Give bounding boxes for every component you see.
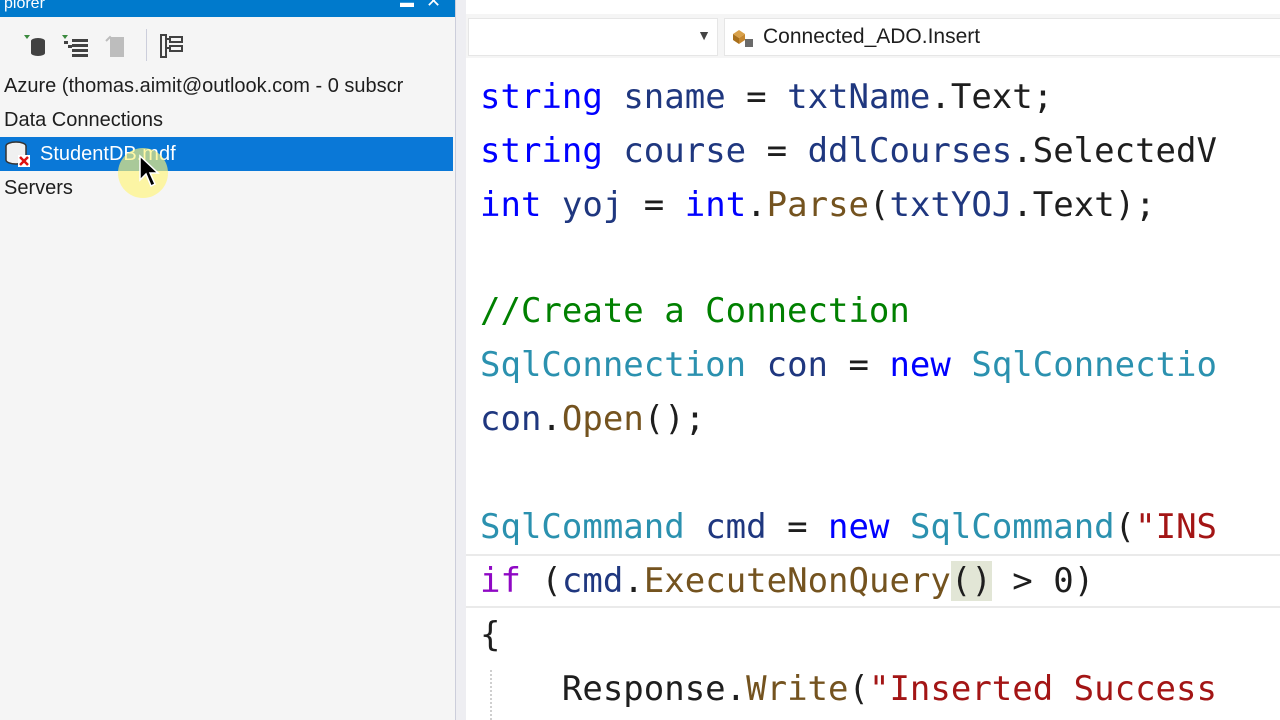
mouse-pointer-icon [139,154,160,188]
code-token: if [480,561,521,601]
close-icon[interactable]: ✕ [426,0,441,10]
code-line[interactable]: string course = ddlCourses.SelectedV [480,124,1217,178]
code-token: . [746,185,767,225]
panel-title-bar: plorer ▬ ✕ [0,0,455,17]
chevron-down-icon: ▼ [697,27,711,43]
code-token: Write [746,669,849,709]
code-token: Open [561,399,644,439]
code-line[interactable]: int yoj = int.Parse(txtYOJ.Text); [480,178,1156,232]
code-token: . [541,399,562,439]
server-explorer-panel: plorer ▬ ✕ Azure (thomas.aimit@outlook.c… [0,0,456,720]
code-token: .Text); [1012,185,1156,225]
stop-refresh-icon[interactable] [60,31,90,61]
code-token: = [725,77,788,117]
method-icon [733,30,753,47]
code-line[interactable]: { [480,608,500,662]
code-line[interactable]: string sname = txtName.Text; [480,70,1053,124]
code-token: = [623,185,685,225]
tree-node-data-connections[interactable]: Data Connections [0,103,453,137]
code-line[interactable]: con.Open(); [480,392,705,446]
code-token: SqlConnection [480,345,747,385]
refresh-icon[interactable] [20,31,50,61]
diagram-icon[interactable] [158,31,188,61]
code-token: con [766,345,829,385]
code-token: new [828,507,890,547]
code-token: new [889,345,951,385]
code-line[interactable]: SqlCommand cmd = new SqlCommand("INS [480,500,1217,554]
code-token: . [725,669,747,709]
code-line[interactable]: //Create a Connection [480,284,910,338]
code-token: ExecuteNonQuery [643,561,951,601]
code-token: ( [848,669,869,709]
code-line[interactable]: SqlConnection con = new SqlConnectio [480,338,1217,392]
code-token: int [480,185,542,225]
code-token: ( [1114,507,1136,547]
code-token: { [480,615,501,655]
editor-navigation-bar: ▼ Connected_ADO.Insert [466,14,1280,58]
code-token: "INS [1135,507,1218,547]
code-token: cmd [705,507,767,547]
panel-title: plorer [4,0,45,12]
code-line[interactable]: if (cmd.ExecuteNonQuery() > 0) [480,554,1094,608]
code-token: int [684,185,747,225]
code-token: () [950,561,992,601]
toolbar-separator [146,29,147,61]
code-token: string [480,77,603,117]
code-token: ddlCourses [807,131,1013,171]
member-dropdown[interactable]: Connected_ADO.Insert [724,18,1280,56]
code-token: con [480,399,542,439]
class-dropdown[interactable]: ▼ [468,18,718,56]
code-token: cmd [561,561,624,601]
code-token: course [623,131,747,171]
code-area[interactable]: string sname = txtName.Text; string cours… [466,58,1280,720]
code-token: = [828,345,890,385]
code-token: Response [480,669,726,709]
code-token: txtYOJ [889,185,1013,225]
explorer-toolbar [0,17,455,67]
code-token: > 0) [991,561,1095,601]
code-token: ( [869,185,890,225]
tree-node-label: Data Connections [4,109,163,131]
code-token: SqlConnectio [971,345,1217,385]
code-token: yoj [561,185,624,225]
code-token: . [623,561,644,601]
code-token: SqlCommand [909,507,1115,547]
code-token: //Create a Connection [480,291,910,331]
code-token: Parse [766,185,870,225]
code-token: = [766,507,829,547]
code-line[interactable]: Response.Write("Inserted Success [480,662,1217,716]
code-editor[interactable]: ▼ Connected_ADO.Insert string sname = tx… [466,0,1280,720]
code-token: txtName [787,77,931,117]
tree-node-studentdb[interactable]: StudentDB.mdf [0,137,453,171]
connect-to-database-icon[interactable] [100,31,130,61]
code-token: sname [623,77,726,117]
code-token: "Inserted Success [868,669,1217,709]
database-disconnected-icon [5,141,30,167]
pin-icon[interactable]: ▬ [400,0,414,9]
code-token: = [746,131,808,171]
tree-node-servers[interactable]: Servers [0,171,453,205]
code-token: (); [643,399,706,439]
code-token: string [480,131,603,171]
tree-node-label: Azure (thomas.aimit@outlook.com - 0 subs… [4,75,404,97]
member-dropdown-value: Connected_ADO.Insert [763,25,981,48]
code-token: .Text; [930,77,1054,117]
tree-node-azure[interactable]: Azure (thomas.aimit@outlook.com - 0 subs… [0,69,453,103]
code-token: SqlCommand [480,507,685,547]
code-token: .SelectedV [1012,131,1217,171]
code-token: ( [520,561,562,601]
tree-node-label: Servers [4,177,73,199]
